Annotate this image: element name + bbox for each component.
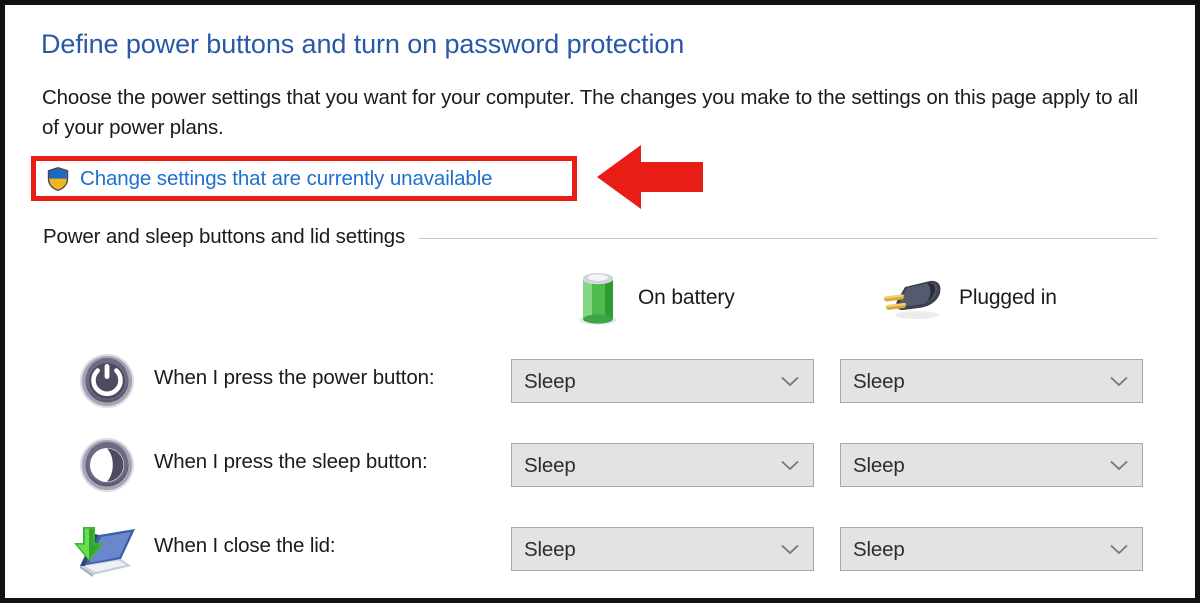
column-header-plugged-in: Plugged in <box>883 267 1057 329</box>
chevron-down-icon <box>781 460 799 471</box>
section-header: Power and sleep buttons and lid settings <box>43 223 1158 251</box>
settings-rows: When I press the power button: Sleep Sle… <box>5 349 1195 598</box>
sleep-button-on-battery-value: Sleep <box>524 454 576 477</box>
close-lid-plugged-in-value: Sleep <box>853 538 905 561</box>
power-button-on-battery-dropdown[interactable]: Sleep <box>511 359 814 403</box>
close-lid-plugged-in-dropdown[interactable]: Sleep <box>840 527 1143 571</box>
setting-row-close-lid: When I close the lid: Sleep Sleep <box>5 517 1195 598</box>
uac-shield-icon <box>47 166 69 191</box>
chevron-down-icon <box>1110 376 1128 387</box>
power-button-plugged-in-value: Sleep <box>853 370 905 393</box>
close-lid-on-battery-dropdown[interactable]: Sleep <box>511 527 814 571</box>
power-plug-icon <box>883 280 941 319</box>
setting-row-sleep-button: When I press the sleep button: Sleep Sle… <box>5 433 1195 517</box>
change-settings-link-label[interactable]: Change settings that are currently unava… <box>80 166 493 192</box>
red-left-arrow-annotation <box>597 145 703 209</box>
sleep-button-plugged-in-dropdown[interactable]: Sleep <box>840 443 1143 487</box>
control-panel-power-options-page: Define power buttons and turn on passwor… <box>0 0 1200 603</box>
page-title: Define power buttons and turn on passwor… <box>41 29 685 59</box>
sleep-button-on-battery-dropdown[interactable]: Sleep <box>511 443 814 487</box>
column-header-on-battery-label: On battery <box>638 286 735 309</box>
power-button-plugged-in-dropdown[interactable]: Sleep <box>840 359 1143 403</box>
chevron-down-icon <box>1110 460 1128 471</box>
setting-row-sleep-button-label: When I press the sleep button: <box>154 450 428 473</box>
section-header-label: Power and sleep buttons and lid settings <box>43 225 406 248</box>
setting-row-power-button-label: When I press the power button: <box>154 366 435 389</box>
chevron-down-icon <box>1110 544 1128 555</box>
change-settings-link-row[interactable]: Change settings that are currently unava… <box>46 164 493 193</box>
chevron-down-icon <box>781 376 799 387</box>
column-header-plugged-in-label: Plugged in <box>959 286 1057 309</box>
power-button-icon <box>80 354 134 408</box>
sleep-button-plugged-in-value: Sleep <box>853 454 905 477</box>
section-divider <box>419 238 1158 239</box>
setting-row-close-lid-label: When I close the lid: <box>154 534 336 557</box>
column-headers: On battery Plugged in <box>5 267 1195 329</box>
chevron-down-icon <box>781 544 799 555</box>
close-lid-on-battery-value: Sleep <box>524 538 576 561</box>
sleep-button-icon <box>80 438 134 492</box>
intro-paragraph: Choose the power settings that you want … <box>42 86 1138 139</box>
column-header-on-battery: On battery <box>572 267 735 329</box>
laptop-lid-icon <box>74 527 135 577</box>
power-button-on-battery-value: Sleep <box>524 370 576 393</box>
battery-icon <box>579 273 617 325</box>
setting-row-power-button: When I press the power button: Sleep Sle… <box>5 349 1195 433</box>
